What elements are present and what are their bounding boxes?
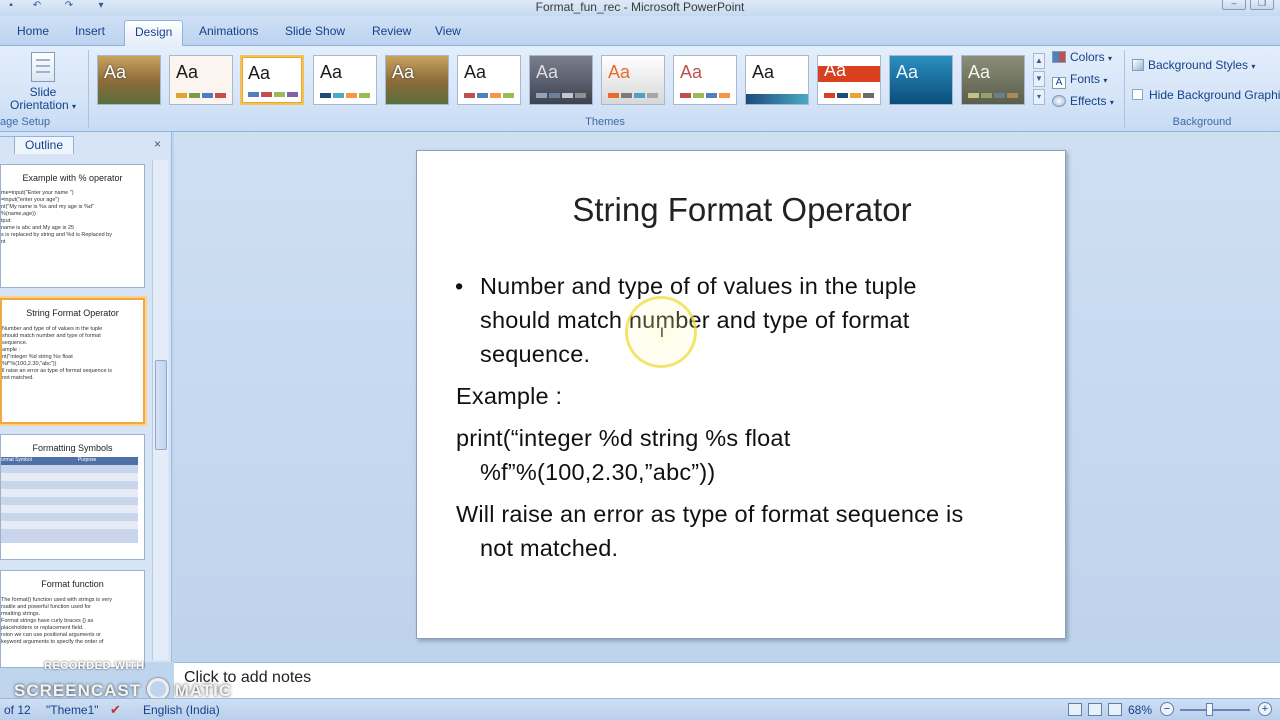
window-title: Format_fun_rec - Microsoft PowerPoint <box>535 0 745 14</box>
background-group-label: Background <box>1172 116 1232 128</box>
effects-button[interactable]: Effects ▾ <box>1052 94 1114 108</box>
bullet-icon: • <box>455 273 464 299</box>
title-bar: ▪ ↶ ↷ ▾ Format_fun_rec - Microsoft Power… <box>0 0 1280 16</box>
slide-body-line-3[interactable]: sequence. <box>480 341 590 368</box>
gallery-scroll-up-icon[interactable]: ▲ <box>1033 53 1045 69</box>
effects-icon <box>1052 95 1066 107</box>
language-indicator[interactable]: English (India) <box>143 703 220 717</box>
ribbon: Slide Orientation ▾ age Setup Aa Aa Aa A… <box>0 46 1280 132</box>
tab-design[interactable]: Design <box>124 20 184 47</box>
slide-counter: of 12 <box>4 703 31 717</box>
slide-body-line-6[interactable]: %f”%(100,2.30,”abc”)) <box>480 459 715 486</box>
slides-pane: Outline × Example with % operator me=inp… <box>0 132 172 668</box>
tab-animations[interactable]: Animations <box>199 24 258 38</box>
fonts-button[interactable]: A Fonts ▾ <box>1052 72 1107 89</box>
theme-thumbnail-4[interactable]: Aa <box>313 55 377 105</box>
slide-thumbnail-1[interactable]: Example with % operator me=input("Enter … <box>0 164 145 288</box>
slide-thumbnail-2-selected[interactable]: String Format Operator Number and type o… <box>0 298 145 424</box>
slide-body-line-5[interactable]: print(“integer %d string %s float <box>456 425 790 452</box>
tab-home[interactable]: Home <box>17 24 49 38</box>
themes-group-label: Themes <box>585 116 625 128</box>
theme-thumbnail-12[interactable]: Aa <box>889 55 953 105</box>
theme-thumbnail-office-selected[interactable]: Aa <box>240 55 304 105</box>
gallery-more-icon[interactable]: ▾ <box>1033 89 1045 105</box>
theme-thumbnail-9[interactable]: Aa <box>673 55 737 105</box>
theme-name: "Theme1" <box>46 703 99 717</box>
slide-orientation-button[interactable]: Slide Orientation ▾ <box>10 50 76 114</box>
checkbox-icon <box>1132 89 1143 100</box>
slide-sorter-icon[interactable] <box>1088 703 1102 716</box>
slide-title[interactable]: String Format Operator <box>417 191 1067 229</box>
group-separator <box>1124 50 1125 128</box>
background-styles-icon <box>1132 59 1144 71</box>
tab-view[interactable]: View <box>435 24 461 38</box>
dropdown-arrow-icon: ▾ <box>1109 98 1114 107</box>
spell-check-icon[interactable]: ✔ <box>110 702 121 718</box>
dropdown-arrow-icon: ▾ <box>72 102 77 111</box>
status-bar: of 12 "Theme1" ✔ English (India) 68% − + <box>0 698 1280 720</box>
zoom-in-icon[interactable]: + <box>1258 702 1272 716</box>
slide-thumbnail-title: Example with % operator <box>22 173 123 183</box>
tab-outline[interactable]: Outline <box>14 136 74 154</box>
theme-thumbnail-5[interactable]: Aa <box>385 55 449 105</box>
dropdown-arrow-icon: ▾ <box>1251 62 1256 71</box>
dropdown-arrow-icon: ▾ <box>1103 76 1108 85</box>
colors-button[interactable]: Colors ▾ <box>1052 50 1112 64</box>
theme-thumbnail-8[interactable]: Aa <box>601 55 665 105</box>
hide-background-graphics-checkbox[interactable]: Hide Background Graphics <box>1132 88 1280 102</box>
slide-show-icon[interactable] <box>1108 703 1122 716</box>
zoom-out-icon[interactable]: − <box>1160 702 1174 716</box>
slide-thumbnail-4[interactable]: Format function The format() function us… <box>0 570 145 668</box>
minimize-button[interactable]: – <box>1222 0 1246 10</box>
zoom-slider-handle[interactable] <box>1206 703 1213 716</box>
slide-thumbnail-title: Formatting Symbols <box>32 443 113 453</box>
tab-insert[interactable]: Insert <box>75 24 105 38</box>
background-styles-button[interactable]: Background Styles ▾ <box>1132 58 1255 72</box>
page-setup-group-label: age Setup <box>0 116 51 128</box>
slide-body-line-1[interactable]: Number and type of of values in the tupl… <box>480 273 917 300</box>
slide-body-line-4[interactable]: Example : <box>456 383 562 410</box>
slide-canvas[interactable]: String Format Operator • Number and type… <box>416 150 1066 639</box>
slide-thumbnail-title: Format function <box>41 579 104 589</box>
restore-button[interactable]: ❐ <box>1250 0 1274 10</box>
ribbon-tabs: Home Insert Design Animations Slide Show… <box>0 16 1280 47</box>
close-pane-icon[interactable]: × <box>154 137 161 151</box>
theme-thumbnail-6[interactable]: Aa <box>457 55 521 105</box>
theme-thumbnail-1[interactable]: Aa <box>97 55 161 105</box>
slide-body-line-8[interactable]: not matched. <box>480 535 618 562</box>
theme-thumbnail-7[interactable]: Aa <box>529 55 593 105</box>
group-separator <box>88 50 89 128</box>
notes-pane[interactable]: Click to add notes <box>174 662 1280 698</box>
slide-thumbnail-title: String Format Operator <box>26 308 119 318</box>
tab-review[interactable]: Review <box>372 24 411 38</box>
zoom-slider[interactable] <box>1180 709 1250 711</box>
theme-thumbnail-13[interactable]: Aa <box>961 55 1025 105</box>
slide-orientation-icon <box>31 52 55 82</box>
slide-body-line-7[interactable]: Will raise an error as type of format se… <box>456 501 963 528</box>
dropdown-arrow-icon: ▾ <box>1108 54 1113 63</box>
text-cursor-icon: I <box>660 324 664 340</box>
normal-view-icon[interactable] <box>1068 703 1082 716</box>
theme-thumbnail-11[interactable]: Aa <box>817 55 881 105</box>
slide-orientation-label-2: Orientation <box>10 98 69 112</box>
gallery-scroll-down-icon[interactable]: ▼ <box>1033 71 1045 87</box>
tab-slide-show[interactable]: Slide Show <box>285 24 345 38</box>
screencast-logo-icon <box>146 678 169 700</box>
fonts-icon: A <box>1052 77 1066 89</box>
slides-pane-scrollbar[interactable] <box>152 160 168 660</box>
theme-thumbnail-2[interactable]: Aa <box>169 55 233 105</box>
colors-icon <box>1052 51 1066 63</box>
zoom-level[interactable]: 68% <box>1128 703 1152 717</box>
watermark-line-1: RECORDED WITH <box>44 660 145 672</box>
theme-thumbnail-10[interactable]: Aa <box>745 55 809 105</box>
slide-thumbnail-3[interactable]: Formatting Symbols ormat Symbol Purpose <box>0 434 145 560</box>
scrollbar-thumb[interactable] <box>155 360 167 450</box>
mini-table: ormat Symbol Purpose <box>1 457 138 543</box>
